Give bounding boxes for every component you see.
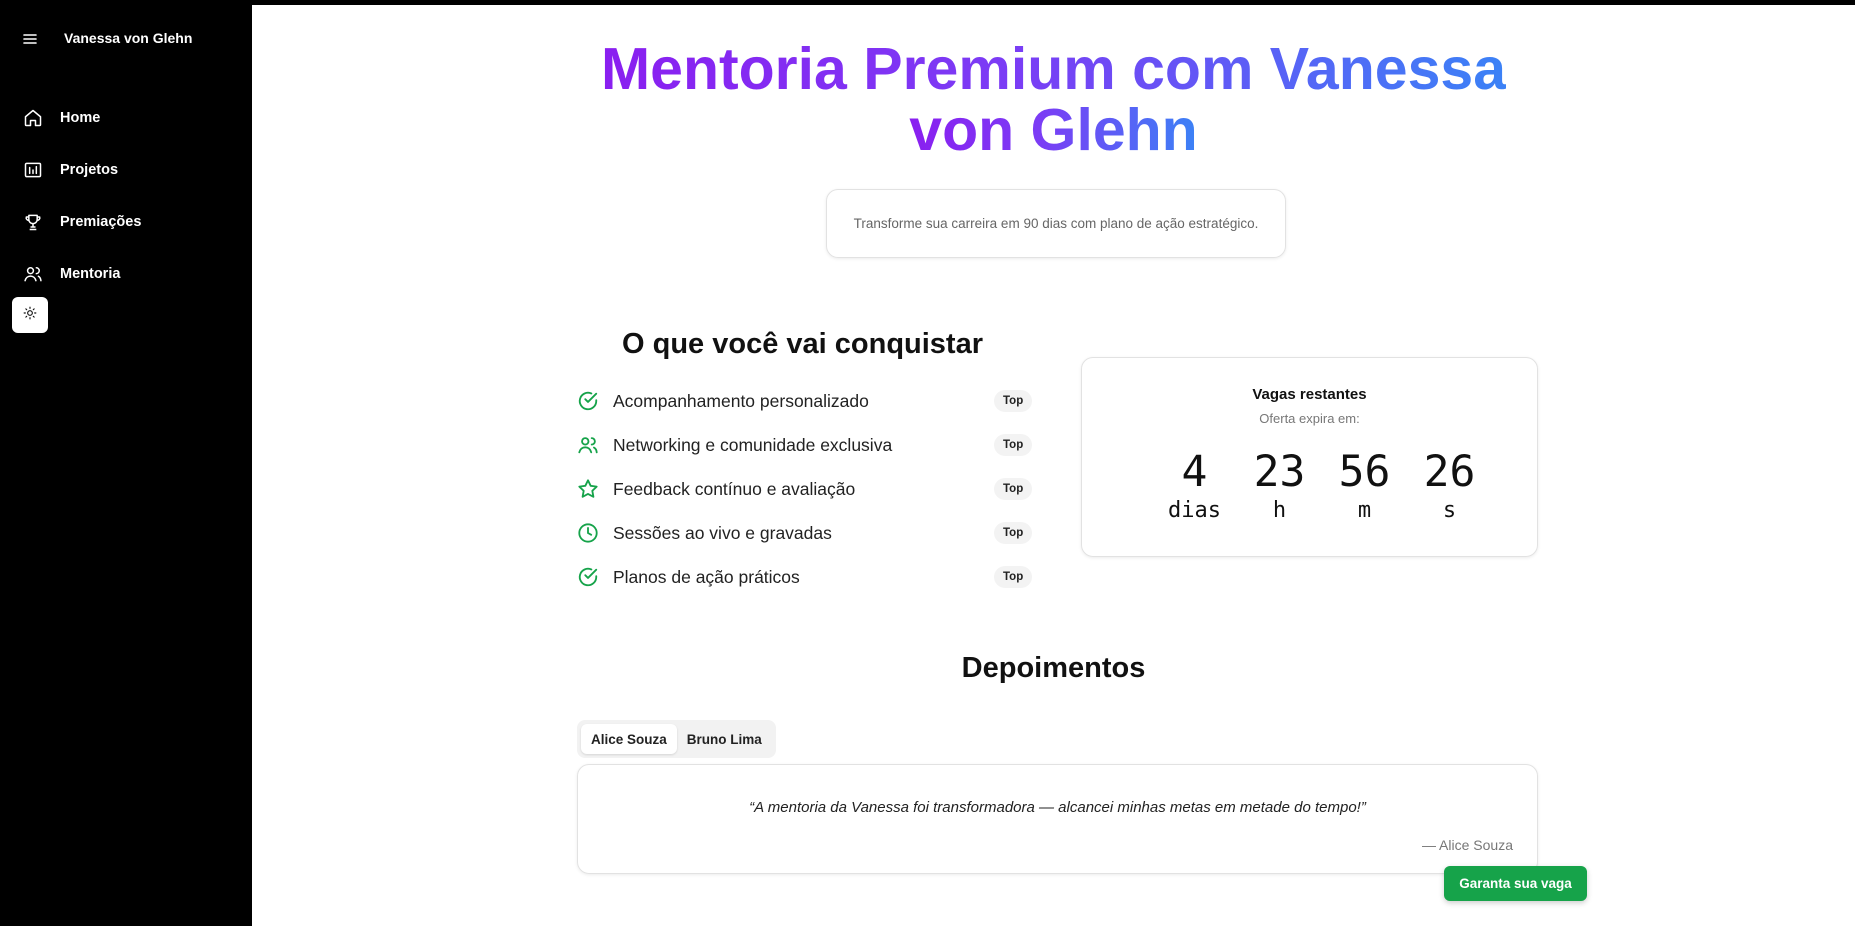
- benefit-text: Acompanhamento personalizado: [613, 390, 869, 411]
- sidebar-title: Vanessa von Glehn: [64, 30, 193, 46]
- status-badge: Top: [994, 522, 1033, 544]
- sidebar-item-label: Home: [60, 110, 101, 126]
- subtitle-card: Transforme sua carreira em 90 dias com p…: [826, 189, 1286, 258]
- page-title: Mentoria Premium com Vanessa von Glehn: [252, 39, 1855, 161]
- countdown-subtitle: Oferta expira em:: [1259, 411, 1360, 426]
- testimonial-quote: “A mentoria da Vanessa foi transformador…: [749, 799, 1366, 816]
- sidebar-nav: Home Projetos Premiações Mentoria: [0, 92, 252, 300]
- tab-bruno-lima[interactable]: Bruno Lima: [677, 724, 772, 754]
- list-item: Feedback contínuo e avaliação Top: [576, 467, 1036, 511]
- sidebar: Vanessa von Glehn Home Projetos Premiaçõ…: [0, 0, 252, 926]
- list-item: Acompanhamento personalizado Top: [576, 379, 1036, 423]
- sidebar-item-home[interactable]: Home: [0, 92, 252, 144]
- countdown-title: Vagas restantes: [1252, 386, 1367, 403]
- countdown-minutes: 56 m: [1322, 446, 1407, 524]
- countdown-units: 4 dias 23 h 56 m 26 s: [1152, 446, 1492, 524]
- projects-chart-icon: [22, 159, 44, 181]
- clock-icon: [576, 521, 600, 545]
- cta-button[interactable]: Garanta sua vaga: [1444, 866, 1587, 901]
- countdown-seconds: 26 s: [1407, 446, 1492, 524]
- testimonials-title: Depoimentos: [961, 652, 1146, 684]
- sidebar-item-label: Projetos: [60, 162, 119, 178]
- countdown-card: Vagas restantes Oferta expira em: 4 dias…: [1081, 357, 1538, 557]
- check-circle-icon: [576, 389, 600, 413]
- benefit-text: Planos de ação práticos: [613, 566, 800, 587]
- sidebar-header: Vanessa von Glehn: [22, 28, 192, 50]
- home-icon: [22, 107, 44, 129]
- benefits-list: Acompanhamento personalizado Top Network…: [576, 379, 1036, 599]
- status-badge: Top: [994, 390, 1033, 412]
- countdown-value: 56: [1338, 447, 1391, 497]
- sidebar-item-mentoria[interactable]: Mentoria: [0, 248, 252, 300]
- theme-toggle-button[interactable]: [12, 297, 48, 333]
- status-badge: Top: [994, 434, 1033, 456]
- main-content: Mentoria Premium com Vanessa von Glehn T…: [252, 5, 1855, 926]
- page-title-line2: von Glehn: [909, 97, 1198, 163]
- users-icon: [22, 263, 44, 285]
- sidebar-item-premiacoes[interactable]: Premiações: [0, 196, 252, 248]
- sidebar-item-label: Premiações: [60, 214, 142, 230]
- list-item: Sessões ao vivo e gravadas Top: [576, 511, 1036, 555]
- menu-icon[interactable]: [22, 31, 38, 47]
- countdown-value: 26: [1423, 447, 1476, 497]
- sidebar-item-label: Mentoria: [60, 266, 121, 282]
- list-item: Networking e comunidade exclusiva Top: [576, 423, 1036, 467]
- countdown-days: 4 dias: [1152, 446, 1237, 524]
- page-title-line1: Mentoria Premium com Vanessa: [600, 36, 1507, 102]
- testimonial-card: “A mentoria da Vanessa foi transformador…: [577, 764, 1538, 874]
- tab-alice-souza[interactable]: Alice Souza: [581, 724, 677, 754]
- testimonial-author: — Alice Souza: [1421, 837, 1513, 853]
- countdown-unit-label: s: [1442, 498, 1457, 523]
- status-badge: Top: [994, 478, 1033, 500]
- users-icon: [576, 433, 600, 457]
- countdown-unit-label: m: [1357, 498, 1372, 523]
- benefits-title: O que você vai conquistar: [622, 328, 983, 360]
- sidebar-item-projetos[interactable]: Projetos: [0, 144, 252, 196]
- list-item: Planos de ação práticos Top: [576, 555, 1036, 599]
- countdown-value: 23: [1253, 447, 1306, 497]
- benefit-text: Networking e comunidade exclusiva: [613, 434, 893, 455]
- countdown-hours: 23 h: [1237, 446, 1322, 524]
- countdown-unit-label: dias: [1168, 498, 1221, 523]
- check-circle-icon: [576, 565, 600, 589]
- trophy-icon: [22, 211, 44, 233]
- benefit-text: Feedback contínuo e avaliação: [613, 478, 856, 499]
- benefit-text: Sessões ao vivo e gravadas: [613, 522, 832, 543]
- countdown-value: 4: [1181, 447, 1208, 497]
- subtitle-text: Transforme sua carreira em 90 dias com p…: [853, 216, 1259, 231]
- status-badge: Top: [994, 566, 1033, 588]
- star-icon: [576, 477, 600, 501]
- countdown-unit-label: h: [1272, 498, 1287, 523]
- sun-icon: [23, 306, 37, 325]
- testimonial-tabs: Alice Souza Bruno Lima: [577, 720, 776, 758]
